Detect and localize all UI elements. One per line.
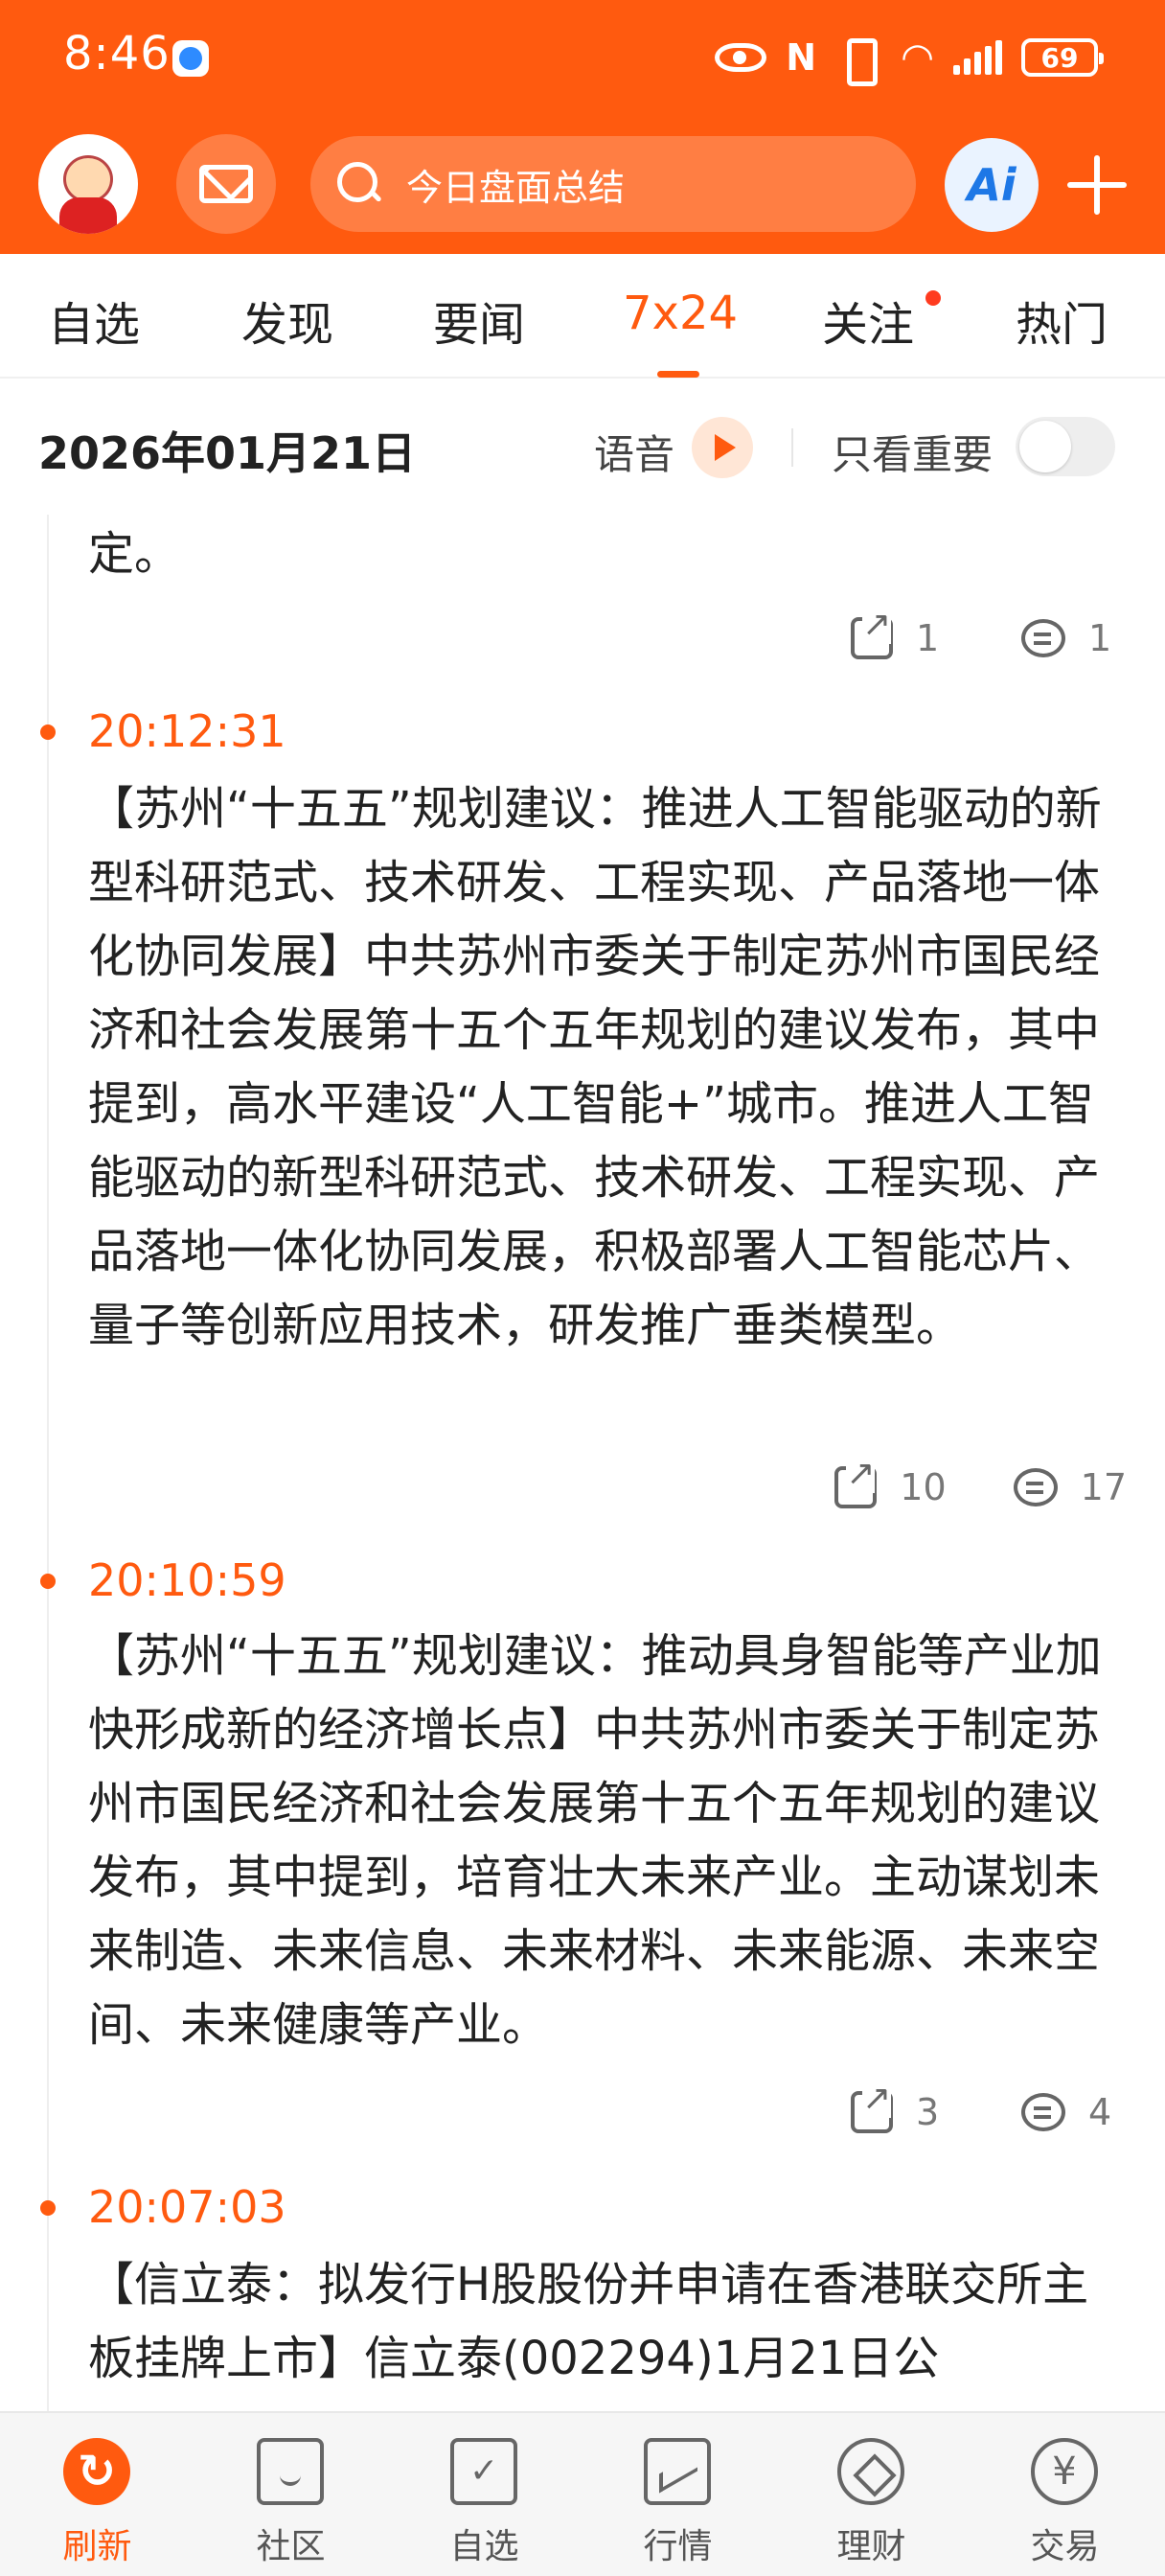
nav-finance[interactable]: 理财 <box>774 2413 969 2576</box>
date-bar: 2026年01月21日 语音 只看重要 <box>0 379 1165 515</box>
nav-label: 刷新 <box>62 2527 132 2566</box>
feed-date: 2026年01月21日 <box>38 427 417 479</box>
channel-tabs: 自选 发现 要闻 7x24 关注 热门 <box>0 254 1165 379</box>
timeline-dot <box>40 2200 56 2216</box>
news-text[interactable]: 【信立泰：拟发行H股股份并申请在香港联交所主板挂牌上市】信立泰(002294)1… <box>88 2248 1123 2396</box>
watchlist-icon <box>450 2438 517 2505</box>
nav-community[interactable]: 社区 <box>194 2413 388 2576</box>
nav-market[interactable]: 行情 <box>581 2413 775 2576</box>
yen-icon <box>1031 2438 1098 2505</box>
ai-button[interactable]: Ai <box>945 138 1039 232</box>
nav-label: 自选 <box>449 2527 519 2566</box>
nav-label: 理财 <box>836 2527 906 2566</box>
comment-icon[interactable] <box>1021 2093 1065 2131</box>
header-row: 今日盘面总结 Ai <box>0 132 1165 238</box>
community-icon <box>257 2438 324 2505</box>
share-icon[interactable] <box>834 1455 878 1508</box>
timeline-line <box>47 515 49 2412</box>
vibrate-icon <box>835 38 881 86</box>
finance-diamond-icon <box>837 2438 904 2505</box>
nfc-icon: N <box>786 36 817 79</box>
tab-discover[interactable]: 发现 <box>241 287 333 354</box>
divider <box>791 428 793 467</box>
nav-watchlist[interactable]: 自选 <box>387 2413 582 2576</box>
comment-count: 4 <box>1088 2091 1112 2133</box>
nav-label: 行情 <box>643 2527 713 2566</box>
tab-watchlist[interactable]: 自选 <box>48 287 140 354</box>
voice-label[interactable]: 语音 <box>594 423 674 481</box>
nav-trade[interactable]: 交易 <box>968 2413 1162 2576</box>
refresh-icon <box>63 2438 130 2505</box>
important-only-label: 只看重要 <box>832 431 994 478</box>
wifi-icon: ◠ <box>901 35 934 80</box>
avatar[interactable] <box>38 134 138 234</box>
play-icon[interactable] <box>692 417 753 478</box>
comment-count: 1 <box>1088 617 1112 659</box>
tab-following-badge <box>925 290 941 306</box>
share-icon[interactable] <box>851 2080 893 2133</box>
news-actions-partial: 1 1 <box>851 606 1127 659</box>
add-icon[interactable] <box>1067 155 1127 215</box>
nav-label: 社区 <box>256 2527 326 2566</box>
news-time: 20:10:59 <box>88 1554 286 1606</box>
tab-hot[interactable]: 热门 <box>1016 287 1108 354</box>
comment-icon[interactable] <box>1021 619 1065 657</box>
nav-refresh[interactable]: 刷新 <box>0 2413 194 2576</box>
search-bar[interactable]: 今日盘面总结 <box>310 136 916 232</box>
timeline-dot <box>40 724 56 740</box>
news-actions: 3 4 <box>851 2080 1127 2133</box>
tab-7x24[interactable]: 7x24 <box>623 287 738 340</box>
status-icons: N ◠ 69 <box>715 34 1104 86</box>
search-icon <box>337 162 381 206</box>
status-bar: 8:46 N ◠ 69 <box>0 0 1165 115</box>
battery-icon: 69 <box>1021 38 1104 77</box>
status-time: 8:46 <box>63 27 171 80</box>
avatar-body-icon <box>59 197 117 234</box>
news-actions: 10 17 <box>834 1455 1127 1508</box>
eye-icon <box>715 43 767 72</box>
important-only-toggle[interactable] <box>1016 417 1115 476</box>
news-text[interactable]: 【苏州“十五五”规划建议：推进人工智能驱动的新型科研范式、技术研发、工程实现、产… <box>88 772 1123 1363</box>
signal-icon <box>953 40 1002 75</box>
search-placeholder: 今日盘面总结 <box>406 166 626 209</box>
tab-following[interactable]: 关注 <box>822 287 914 354</box>
share-icon[interactable] <box>851 606 893 659</box>
news-time: 20:12:31 <box>88 705 286 757</box>
bottom-nav: 刷新 社区 自选 行情 理财 交易 <box>0 2411 1165 2576</box>
news-text[interactable]: 【苏州“十五五”规划建议：推动具身智能等产业加快形成新的经济增长点】中共苏州市委… <box>88 1620 1123 2062</box>
market-chart-icon <box>644 2438 711 2505</box>
timeline-dot <box>40 1574 56 1589</box>
avatar-face-icon <box>63 155 113 203</box>
tab-headlines[interactable]: 要闻 <box>433 287 525 354</box>
news-text-partial[interactable]: 定。 <box>88 518 1123 591</box>
mail-icon <box>199 165 253 203</box>
message-button[interactable] <box>176 134 276 234</box>
app-notification-icon <box>172 40 209 77</box>
comment-icon[interactable] <box>1013 1468 1058 1506</box>
share-count: 3 <box>916 2091 940 2133</box>
share-count: 1 <box>916 617 940 659</box>
share-count: 10 <box>900 1466 947 1508</box>
nav-label: 交易 <box>1030 2527 1100 2566</box>
comment-count: 17 <box>1080 1466 1127 1508</box>
top-header: 8:46 N ◠ 69 今日盘面总结 Ai <box>0 0 1165 254</box>
active-tab-indicator <box>657 371 699 378</box>
news-time: 20:07:03 <box>88 2181 286 2233</box>
